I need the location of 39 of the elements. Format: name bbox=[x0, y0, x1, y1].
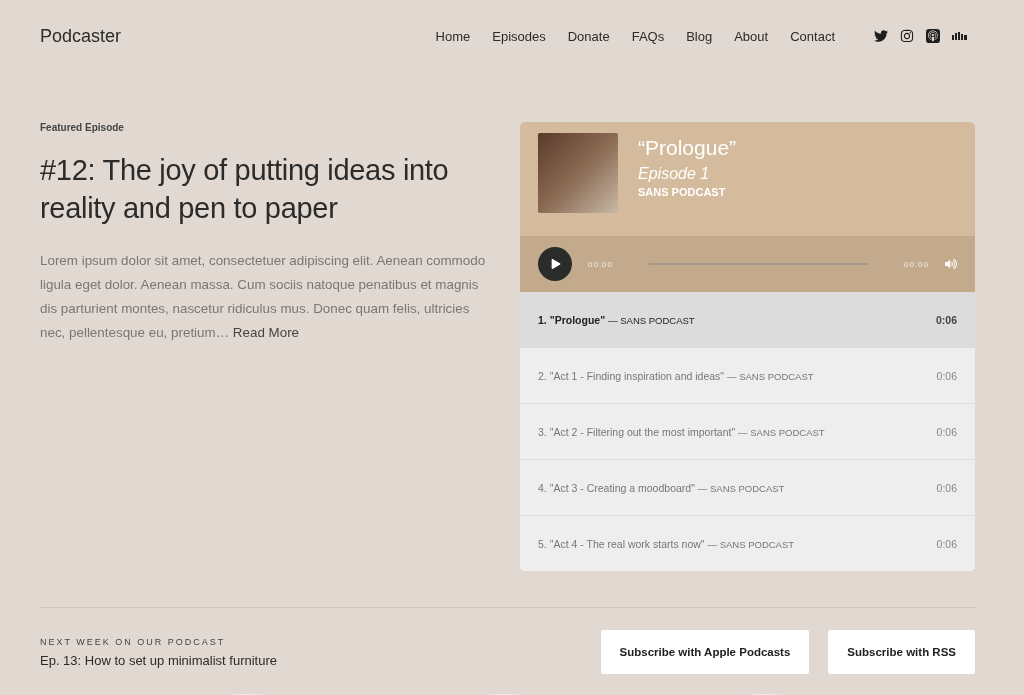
next-episode-title: Ep. 13: How to set up minimalist furniture bbox=[40, 652, 278, 668]
nav-link[interactable]: Donate bbox=[556, 28, 621, 44]
subscribe-button[interactable]: Subscribe with RSS bbox=[828, 630, 975, 674]
nav-link[interactable]: Episodes bbox=[481, 28, 557, 44]
artist-name: SANS PODCAST bbox=[638, 186, 727, 198]
bird-icon[interactable] bbox=[874, 29, 888, 43]
podcast-icon[interactable] bbox=[926, 29, 940, 43]
speaker-icon bbox=[945, 258, 957, 270]
nav-link[interactable]: FAQs bbox=[620, 28, 676, 44]
total-time: 00:00 bbox=[903, 259, 929, 269]
camera-icon[interactable] bbox=[900, 29, 914, 43]
next-episode-label: NEXT WEEK ON OUR PODCAST bbox=[40, 636, 227, 647]
section-label: Featured Episode bbox=[40, 122, 125, 133]
track-label: 1. "Prologue" — SANS PODCAST bbox=[538, 313, 696, 326]
play-icon bbox=[551, 259, 561, 269]
track-duration: 0:06 bbox=[936, 425, 957, 438]
track-duration: 0:06 bbox=[936, 537, 957, 550]
track-label: 2. "Act 1 - Finding inspiration and ideas" — SANS PODCAST bbox=[538, 369, 815, 382]
nav-link[interactable]: Contact bbox=[779, 28, 846, 44]
site-logo[interactable]: Podcaster bbox=[40, 25, 425, 47]
track-title: “Prologue” bbox=[638, 136, 737, 160]
episode-label: Episode 1 bbox=[638, 165, 711, 183]
elapsed-time: 00:00 bbox=[588, 259, 614, 269]
subscribe-button[interactable]: Subscribe with Apple Podcasts bbox=[600, 630, 810, 674]
track-label: 5. "Act 4 - The real work starts now" — SANS PODCAST bbox=[538, 537, 796, 550]
read-more-link[interactable]: Read More bbox=[232, 325, 300, 340]
track-duration: 0:06 bbox=[936, 369, 957, 382]
episode-title: #12: The joy of putting ideas into reality and pen to paper bbox=[40, 153, 450, 226]
nav-link[interactable]: About bbox=[723, 28, 780, 44]
track-label: 3. "Act 2 - Filtering out the most important" — SANS PODCAST bbox=[538, 425, 826, 438]
nav-link[interactable]: Home bbox=[424, 28, 482, 44]
soundwave-icon[interactable] bbox=[952, 32, 967, 40]
playlist-item[interactable]: 1. "Prologue" — SANS PODCAST 0:06 bbox=[520, 292, 975, 348]
play-button[interactable] bbox=[538, 247, 572, 281]
episode-excerpt: Lorem ipsum dolor sit amet, consectetuer adipiscing elit. Aenean commodo ligula eget dolor. Aenean massa. Cum sociis natoque penatibus et magnis dis parturient montes, nascetur ridiculus mus. Donec quam felis, ultricies nec, pellentesque eu, pretium… Read More bbox=[40, 252, 487, 342]
track-label: 4. "Act 3 - Creating a moodboard" — SANS PODCAST bbox=[538, 481, 786, 494]
track-duration: 0:06 bbox=[936, 481, 957, 494]
track-duration: 0:06 bbox=[936, 313, 957, 326]
nav-link[interactable]: Blog bbox=[675, 28, 724, 44]
